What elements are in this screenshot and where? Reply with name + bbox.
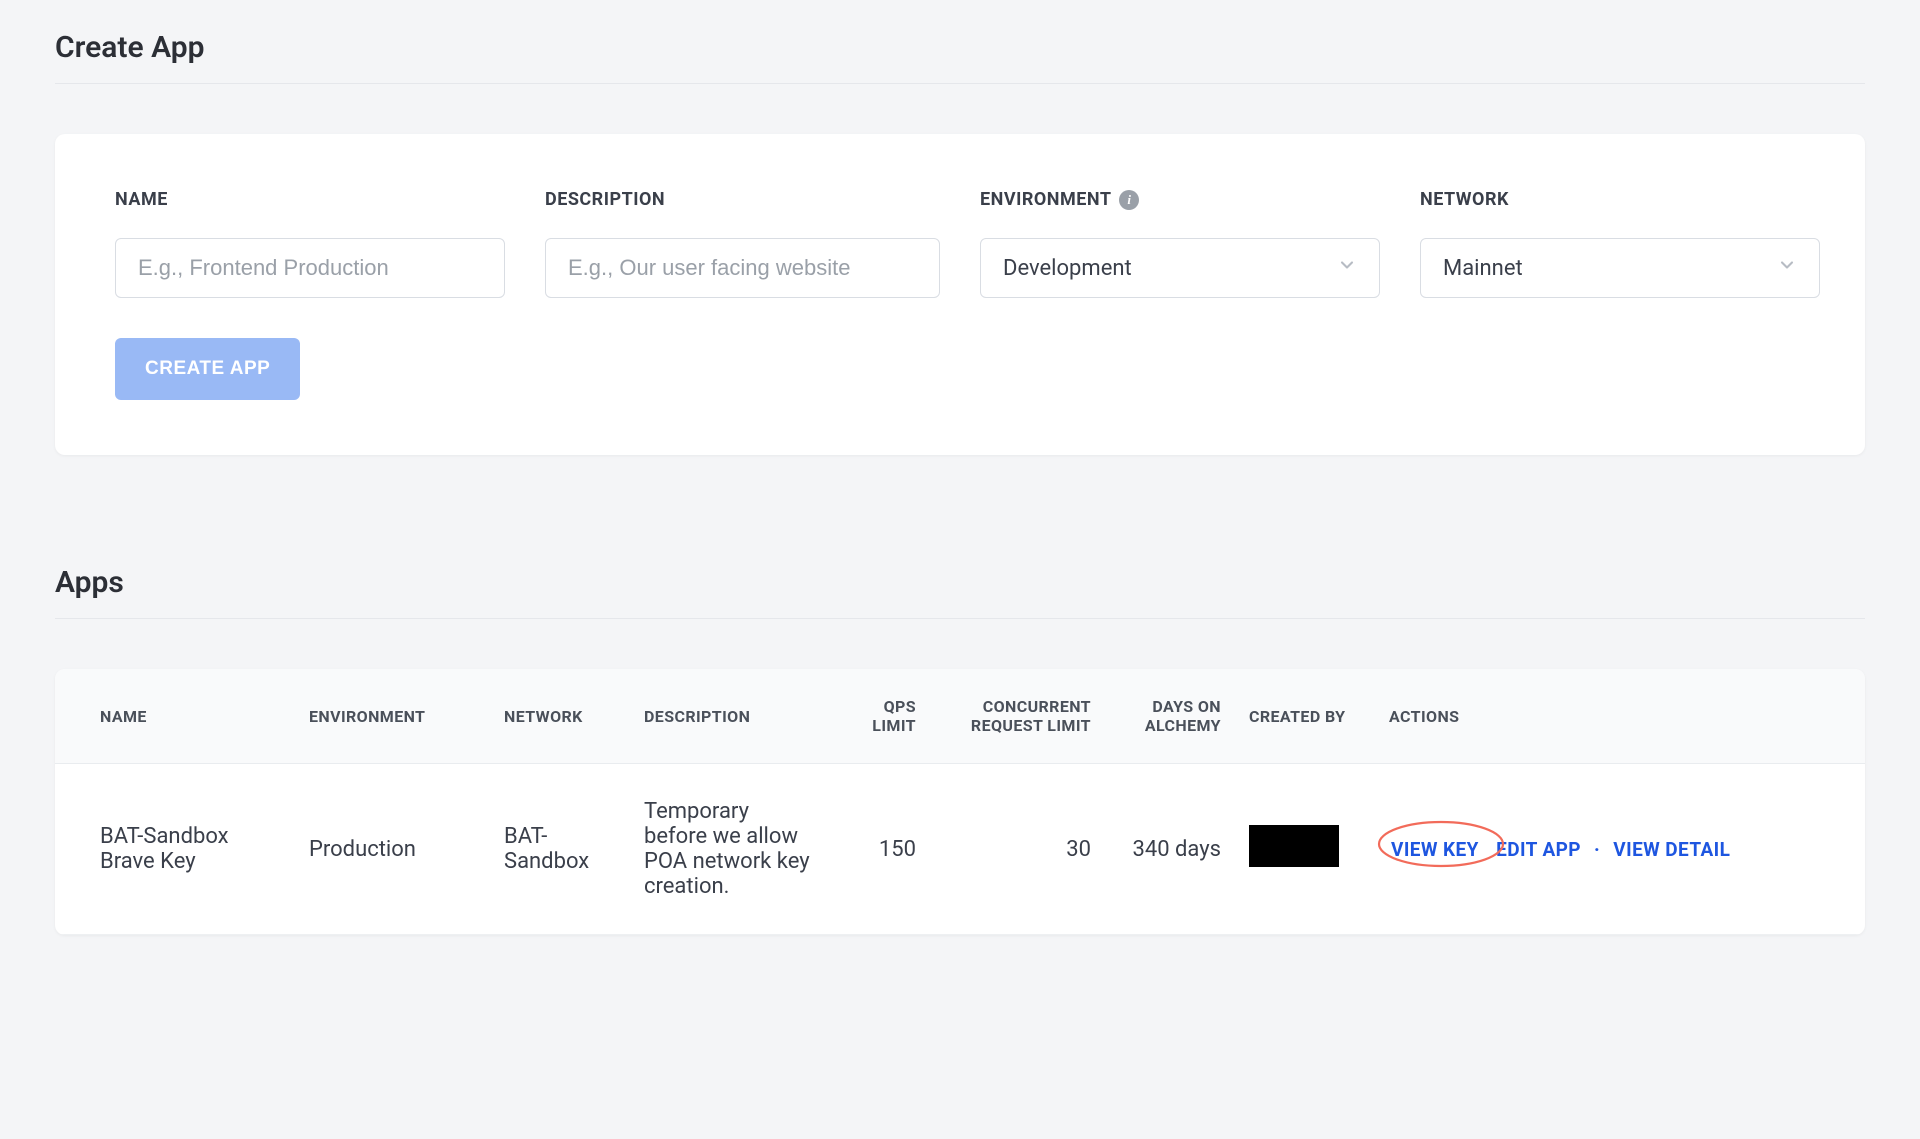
network-select-value: Mainnet bbox=[1443, 256, 1523, 281]
th-created-by: CREATED BY bbox=[1235, 669, 1375, 764]
description-field-group: DESCRIPTION bbox=[545, 189, 940, 298]
action-separator: · bbox=[1586, 838, 1608, 861]
edit-app-link[interactable]: EDIT APP bbox=[1496, 838, 1581, 861]
name-input[interactable] bbox=[115, 238, 505, 298]
apps-table: NAME ENVIRONMENT NETWORK DESCRIPTION QPS… bbox=[55, 669, 1865, 935]
chevron-down-icon bbox=[1337, 255, 1357, 281]
cell-concurrent: 30 bbox=[930, 764, 1105, 935]
name-label: NAME bbox=[115, 189, 505, 210]
cell-days: 340 days bbox=[1105, 764, 1235, 935]
create-app-button[interactable]: CREATE APP bbox=[115, 338, 300, 400]
description-label: DESCRIPTION bbox=[545, 189, 940, 210]
view-key-highlight: VIEW KEY bbox=[1389, 834, 1481, 865]
environment-field-group: ENVIRONMENT i Development bbox=[980, 189, 1380, 298]
network-select[interactable]: Mainnet bbox=[1420, 238, 1820, 298]
th-network: NETWORK bbox=[490, 669, 630, 764]
cell-qps: 150 bbox=[830, 764, 930, 935]
environment-label-text: ENVIRONMENT bbox=[980, 189, 1111, 210]
table-row: BAT-Sandbox Brave Key Production BAT-San… bbox=[55, 764, 1865, 935]
table-header-row: NAME ENVIRONMENT NETWORK DESCRIPTION QPS… bbox=[55, 669, 1865, 764]
environment-select[interactable]: Development bbox=[980, 238, 1380, 298]
environment-label: ENVIRONMENT i bbox=[980, 189, 1380, 210]
description-input[interactable] bbox=[545, 238, 940, 298]
cell-created-by bbox=[1235, 764, 1375, 935]
th-environment: ENVIRONMENT bbox=[295, 669, 490, 764]
redacted-block bbox=[1249, 825, 1339, 867]
th-days: DAYS ON ALCHEMY bbox=[1105, 669, 1235, 764]
th-qps: QPS LIMIT bbox=[830, 669, 930, 764]
cell-description: Temporary before we allow POA network ke… bbox=[630, 764, 830, 935]
create-app-card: NAME DESCRIPTION ENVIRONMENT i Developme… bbox=[55, 134, 1865, 455]
chevron-down-icon bbox=[1777, 255, 1797, 281]
network-label: NETWORK bbox=[1420, 189, 1820, 210]
create-app-title: Create App bbox=[55, 30, 1865, 84]
view-detail-link[interactable]: VIEW DETAIL bbox=[1613, 838, 1730, 861]
apps-table-card: NAME ENVIRONMENT NETWORK DESCRIPTION QPS… bbox=[55, 669, 1865, 935]
th-concurrent: CONCURRENT REQUEST LIMIT bbox=[930, 669, 1105, 764]
network-field-group: NETWORK Mainnet bbox=[1420, 189, 1820, 298]
apps-title: Apps bbox=[55, 565, 1865, 619]
cell-network: BAT-Sandbox bbox=[490, 764, 630, 935]
environment-select-value: Development bbox=[1003, 256, 1132, 281]
th-name: NAME bbox=[55, 669, 295, 764]
cell-actions: VIEW KEY EDIT APP · VIEW DETAIL bbox=[1375, 764, 1865, 935]
th-actions: ACTIONS bbox=[1375, 669, 1865, 764]
view-key-link[interactable]: VIEW KEY bbox=[1391, 838, 1479, 861]
th-description: DESCRIPTION bbox=[630, 669, 830, 764]
info-icon[interactable]: i bbox=[1119, 190, 1139, 210]
name-field-group: NAME bbox=[115, 189, 505, 298]
cell-environment: Production bbox=[295, 764, 490, 935]
cell-name: BAT-Sandbox Brave Key bbox=[55, 764, 295, 935]
